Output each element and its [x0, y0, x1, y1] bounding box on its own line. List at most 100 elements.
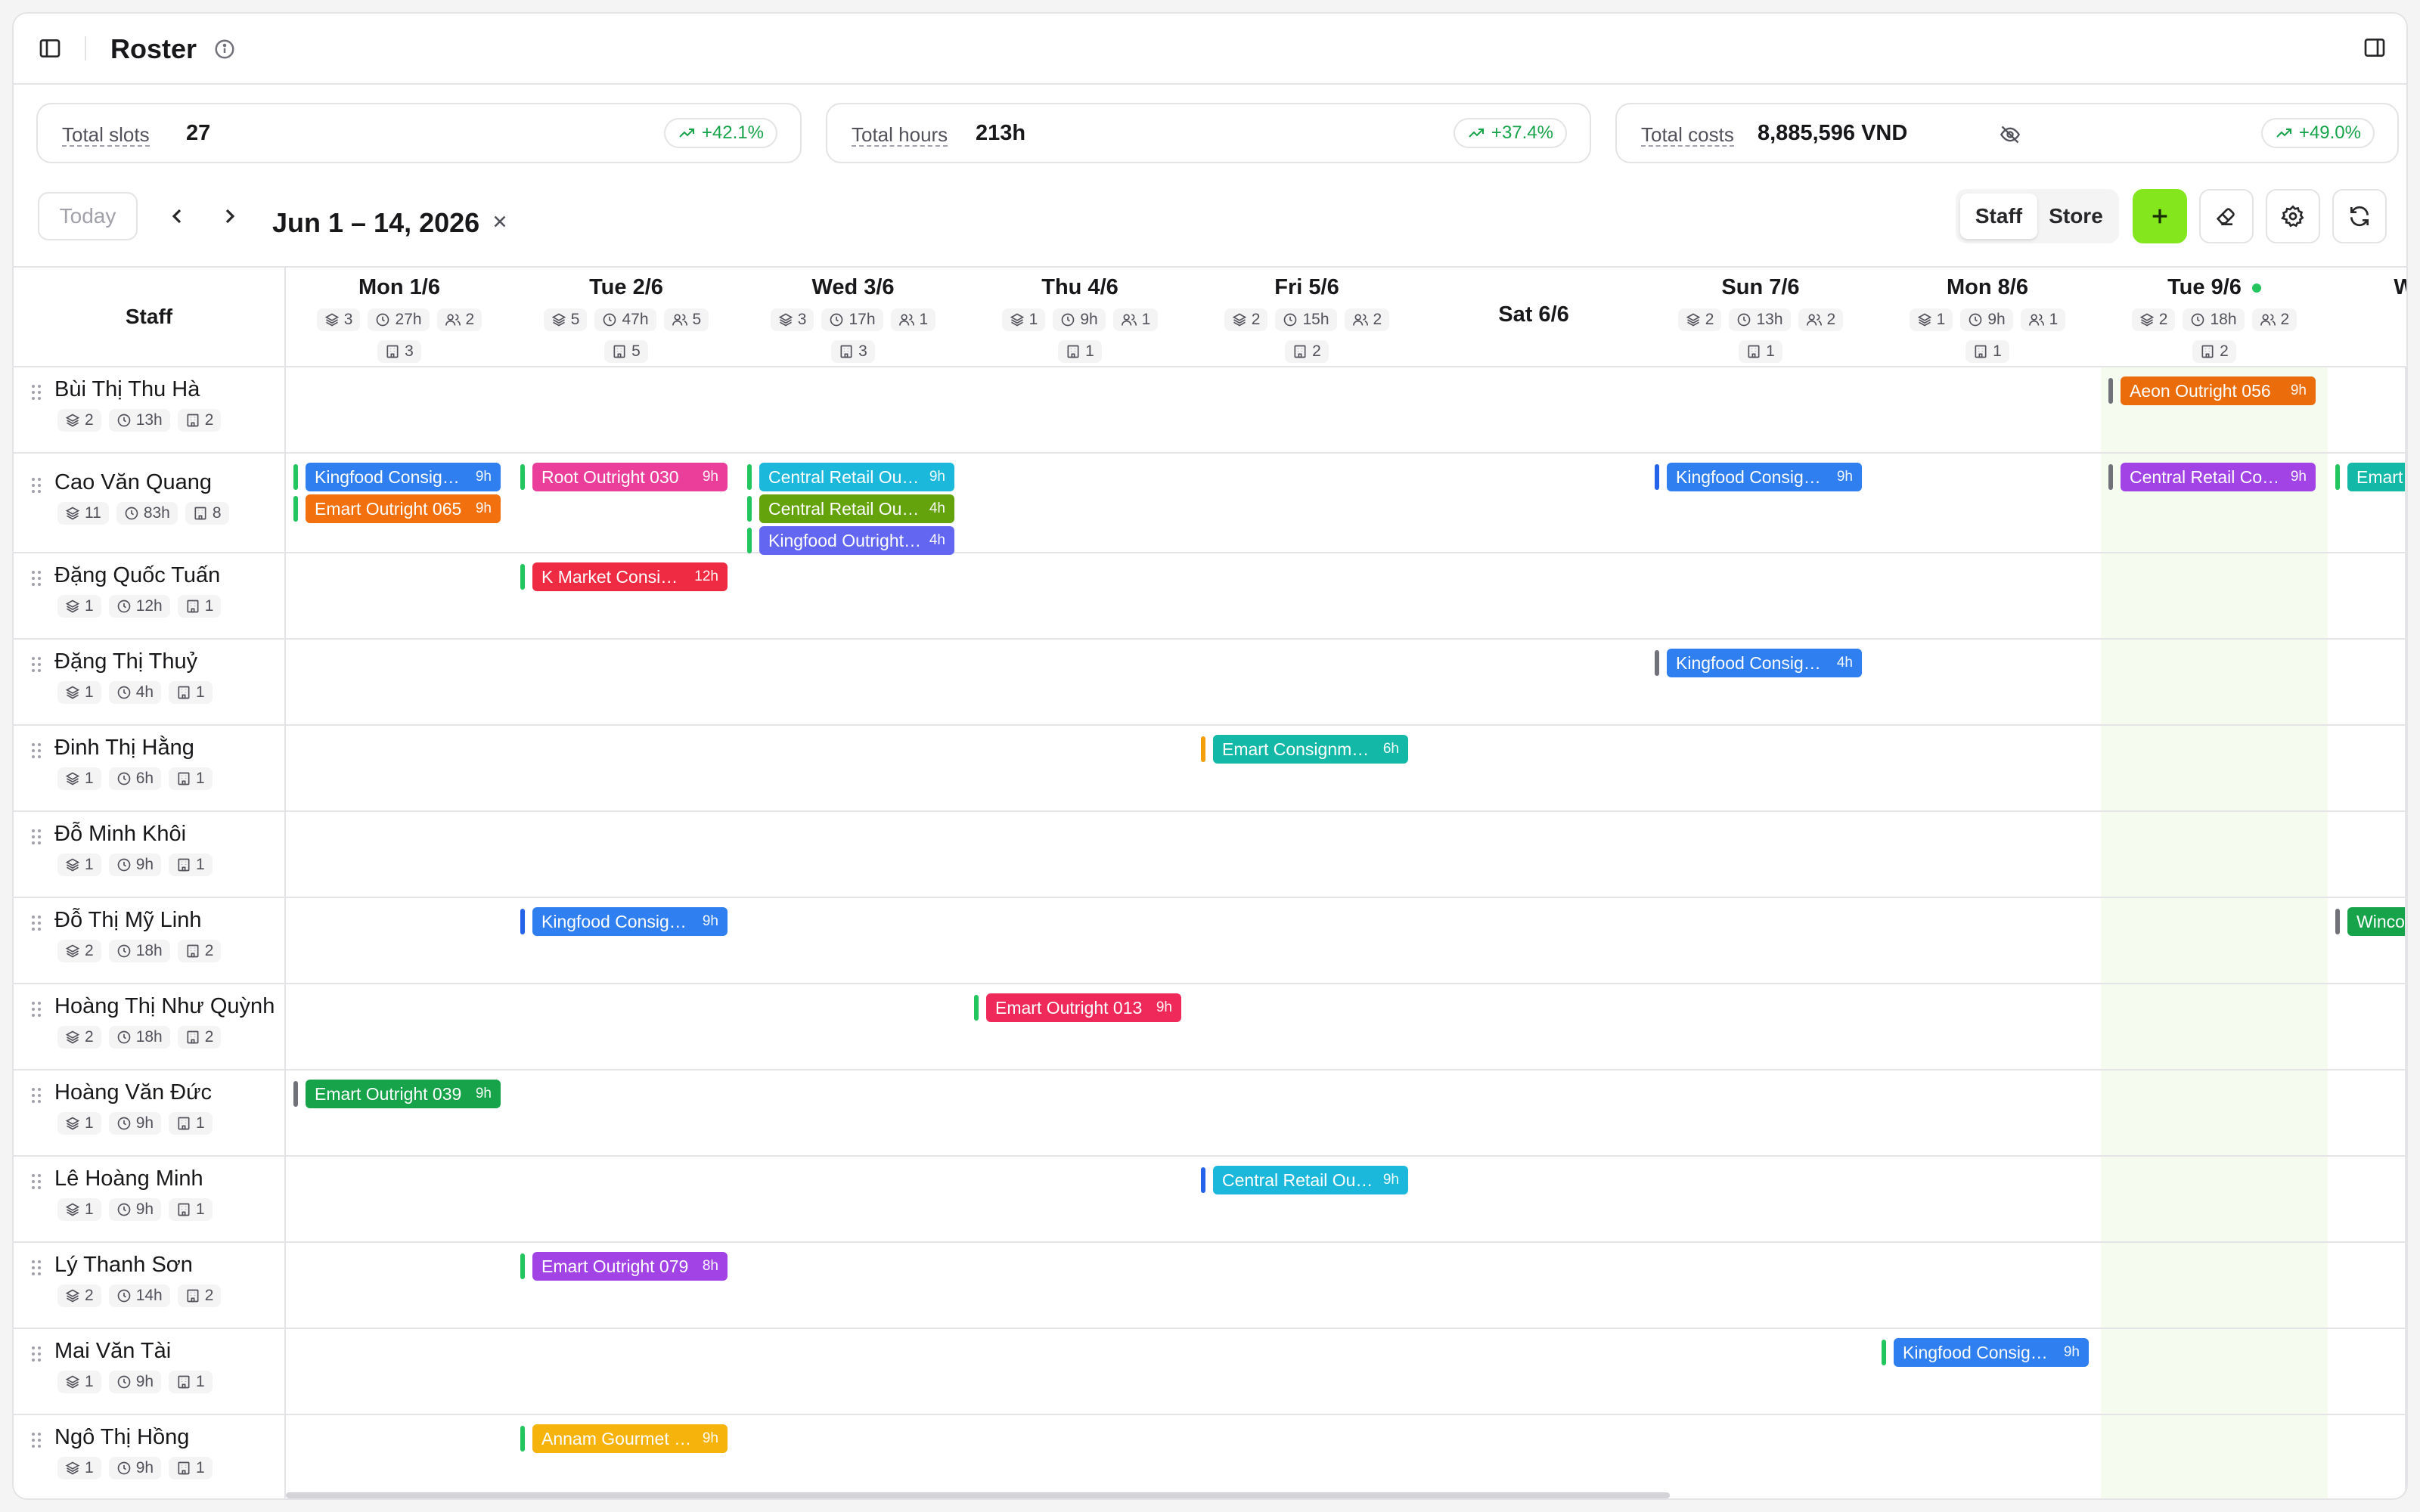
- gear-icon: [2281, 205, 2304, 228]
- settings-button[interactable]: [2266, 189, 2320, 243]
- shift-block[interactable]: Emart Outright 013 9h: [974, 993, 1181, 1022]
- drag-handle-icon[interactable]: [30, 828, 42, 850]
- shift-block[interactable]: Emart Outright 0719h: [2335, 463, 2406, 491]
- shift-block[interactable]: Emart Outright 065 9h: [293, 494, 501, 523]
- day-header[interactable]: Sun 7/6 2 13h 2 1: [1647, 268, 1874, 366]
- day-header[interactable]: Mon 8/6 1 9h 1 1: [1874, 268, 2101, 366]
- shift-block[interactable]: Aeon Outright 056 9h: [2108, 376, 2316, 405]
- shift-pill[interactable]: Emart Outright 013 9h: [986, 993, 1181, 1022]
- shift-block[interactable]: Kingfood Consignment 027 9h: [1655, 463, 1862, 491]
- next-week-button[interactable]: [218, 204, 242, 228]
- staff-cell[interactable]: Lý Thanh Sơn 2 14h 2: [14, 1243, 286, 1328]
- horizontal-scrollbar[interactable]: [286, 1492, 1670, 1498]
- view-store-tab[interactable]: Store: [2037, 194, 2114, 239]
- shift-block[interactable]: Kingfood Consignment 061 9h: [1882, 1338, 2089, 1367]
- shift-block[interactable]: Central Retail Outright 021 9h: [747, 463, 954, 491]
- shift-block[interactable]: Central Retail Consignment 033 9h: [2108, 463, 2316, 491]
- shift-block[interactable]: K Market Consignment 042 12h: [520, 562, 728, 591]
- shift-pill[interactable]: Emart Outright 0719h: [2347, 463, 2406, 491]
- shift-pill[interactable]: Emart Outright 039 9h: [306, 1080, 501, 1108]
- shift-pill[interactable]: Central Retail Outright 044 4h: [759, 494, 954, 523]
- shift-block[interactable]: Kingfood Consignment 045 9h: [520, 907, 728, 936]
- drag-handle-icon[interactable]: [30, 383, 42, 405]
- eye-off-icon[interactable]: [2000, 124, 2021, 149]
- shift-pill[interactable]: Central Retail Consignment 033 9h: [2121, 463, 2316, 491]
- day-header[interactable]: Fri 5/6 2 15h 2 2: [1193, 268, 1420, 366]
- drag-handle-icon[interactable]: [30, 1345, 42, 1367]
- staff-cell[interactable]: Cao Văn Quang 11 83h 8: [14, 454, 286, 552]
- shift-pill[interactable]: Kingfood Consignment 012 9h: [306, 463, 501, 491]
- shift-pill[interactable]: Kingfood Outright 018 4h: [759, 526, 954, 555]
- staff-cell[interactable]: Mai Văn Tài 1 9h 1: [14, 1329, 286, 1414]
- add-shift-button[interactable]: [2133, 189, 2187, 243]
- day-header[interactable]: Thu 4/6 1 9h 1 1: [966, 268, 1193, 366]
- right-panel-toggle-icon[interactable]: [2363, 36, 2387, 64]
- shift-block[interactable]: Emart Outright 079 8h: [520, 1252, 728, 1281]
- stat-label[interactable]: Total slots: [62, 124, 150, 147]
- shift-pill[interactable]: Kingfood Consignment 045 9h: [532, 907, 728, 936]
- shift-pill[interactable]: Wincommerce Outright 0119h: [2347, 907, 2406, 936]
- drag-handle-icon[interactable]: [30, 476, 42, 498]
- day-header[interactable]: Wed 10/6 2: [2328, 268, 2406, 366]
- staff-cell[interactable]: Đỗ Thị Mỹ Linh 2 18h 2: [14, 898, 286, 983]
- shift-block[interactable]: Kingfood Consignment 012 9h: [293, 463, 501, 491]
- shift-block[interactable]: Annam Gourmet Outright 004 9h: [520, 1424, 728, 1453]
- staff-cell[interactable]: Đặng Quốc Tuấn 1 12h 1: [14, 553, 286, 638]
- shift-block[interactable]: Central Retail Outright 044 4h: [747, 494, 954, 523]
- date-range-label[interactable]: Jun 1 – 14, 2026: [272, 207, 479, 239]
- shift-block[interactable]: Central Retail Outright 052 9h: [1201, 1166, 1408, 1194]
- vertical-scrollbar[interactable]: [2405, 367, 2406, 1498]
- today-button[interactable]: Today: [38, 192, 138, 240]
- shift-pill[interactable]: K Market Consignment 042 12h: [532, 562, 728, 591]
- staff-cell[interactable]: Đặng Thị Thuỷ 1 4h 1: [14, 640, 286, 724]
- prev-week-button[interactable]: [165, 204, 189, 228]
- stat-label[interactable]: Total costs: [1641, 124, 1734, 147]
- day-header[interactable]: Sat 6/6: [1420, 268, 1647, 366]
- day-header[interactable]: Wed 3/6 3 17h 1 3: [740, 268, 966, 366]
- shift-block[interactable]: Kingfood Outright 018 4h: [747, 526, 954, 555]
- drag-handle-icon[interactable]: [30, 742, 42, 764]
- drag-handle-icon[interactable]: [30, 569, 42, 591]
- shift-pill[interactable]: Central Retail Outright 052 9h: [1213, 1166, 1408, 1194]
- day-header[interactable]: Mon 1/6 3 27h 2 3: [286, 268, 513, 366]
- staff-cell[interactable]: Hoàng Văn Đức 1 9h 1: [14, 1070, 286, 1155]
- day-header[interactable]: Tue 9/6 2 18h 2 2: [2101, 268, 2328, 366]
- shift-pill[interactable]: Root Outright 030 9h: [532, 463, 728, 491]
- drag-handle-icon[interactable]: [30, 655, 42, 677]
- shift-block[interactable]: Emart Consignment 008 6h: [1201, 735, 1408, 764]
- shift-pill[interactable]: Emart Outright 065 9h: [306, 494, 501, 523]
- shift-block[interactable]: Kingfood Consignment 019 4h: [1655, 649, 1862, 677]
- staff-cell[interactable]: Ngô Thị Hồng 1 9h 1: [14, 1415, 286, 1498]
- shift-pill[interactable]: Aeon Outright 056 9h: [2121, 376, 2316, 405]
- shift-pill[interactable]: Kingfood Consignment 061 9h: [1894, 1338, 2089, 1367]
- info-icon[interactable]: [213, 38, 236, 64]
- staff-cell[interactable]: Lê Hoàng Minh 1 9h 1: [14, 1157, 286, 1241]
- shift-pill[interactable]: Central Retail Outright 021 9h: [759, 463, 954, 491]
- day-header[interactable]: Tue 2/6 5 47h 5 5: [513, 268, 740, 366]
- clear-date-icon[interactable]: [490, 212, 510, 235]
- sidebar-toggle-icon[interactable]: [36, 35, 64, 62]
- view-staff-tab[interactable]: Staff: [1960, 194, 2037, 239]
- staff-cell[interactable]: Bùi Thị Thu Hà 2 13h 2: [14, 367, 286, 452]
- drag-handle-icon[interactable]: [30, 1086, 42, 1108]
- eraser-button[interactable]: [2199, 189, 2254, 243]
- drag-handle-icon[interactable]: [30, 1173, 42, 1194]
- hours-count: 17h: [849, 311, 876, 328]
- drag-handle-icon[interactable]: [30, 1431, 42, 1453]
- staff-cell[interactable]: Đỗ Minh Khôi 1 9h 1: [14, 812, 286, 897]
- shift-pill[interactable]: Kingfood Consignment 027 9h: [1667, 463, 1862, 491]
- shift-pill[interactable]: Emart Outright 079 8h: [532, 1252, 728, 1281]
- stat-label[interactable]: Total hours: [852, 124, 948, 147]
- shift-pill[interactable]: Kingfood Consignment 019 4h: [1667, 649, 1862, 677]
- shift-pill[interactable]: Annam Gourmet Outright 004 9h: [532, 1424, 728, 1453]
- shift-block[interactable]: Root Outright 030 9h: [520, 463, 728, 491]
- staff-cell[interactable]: Đinh Thị Hằng 1 6h 1: [14, 726, 286, 810]
- drag-handle-icon[interactable]: [30, 1000, 42, 1022]
- refresh-button[interactable]: [2332, 189, 2387, 243]
- shift-block[interactable]: Emart Outright 039 9h: [293, 1080, 501, 1108]
- drag-handle-icon[interactable]: [30, 914, 42, 936]
- shift-pill[interactable]: Emart Consignment 008 6h: [1213, 735, 1408, 764]
- drag-handle-icon[interactable]: [30, 1259, 42, 1281]
- shift-block[interactable]: Wincommerce Outright 0119h: [2335, 907, 2406, 936]
- staff-cell[interactable]: Hoàng Thị Như Quỳnh 2 18h 2: [14, 984, 286, 1069]
